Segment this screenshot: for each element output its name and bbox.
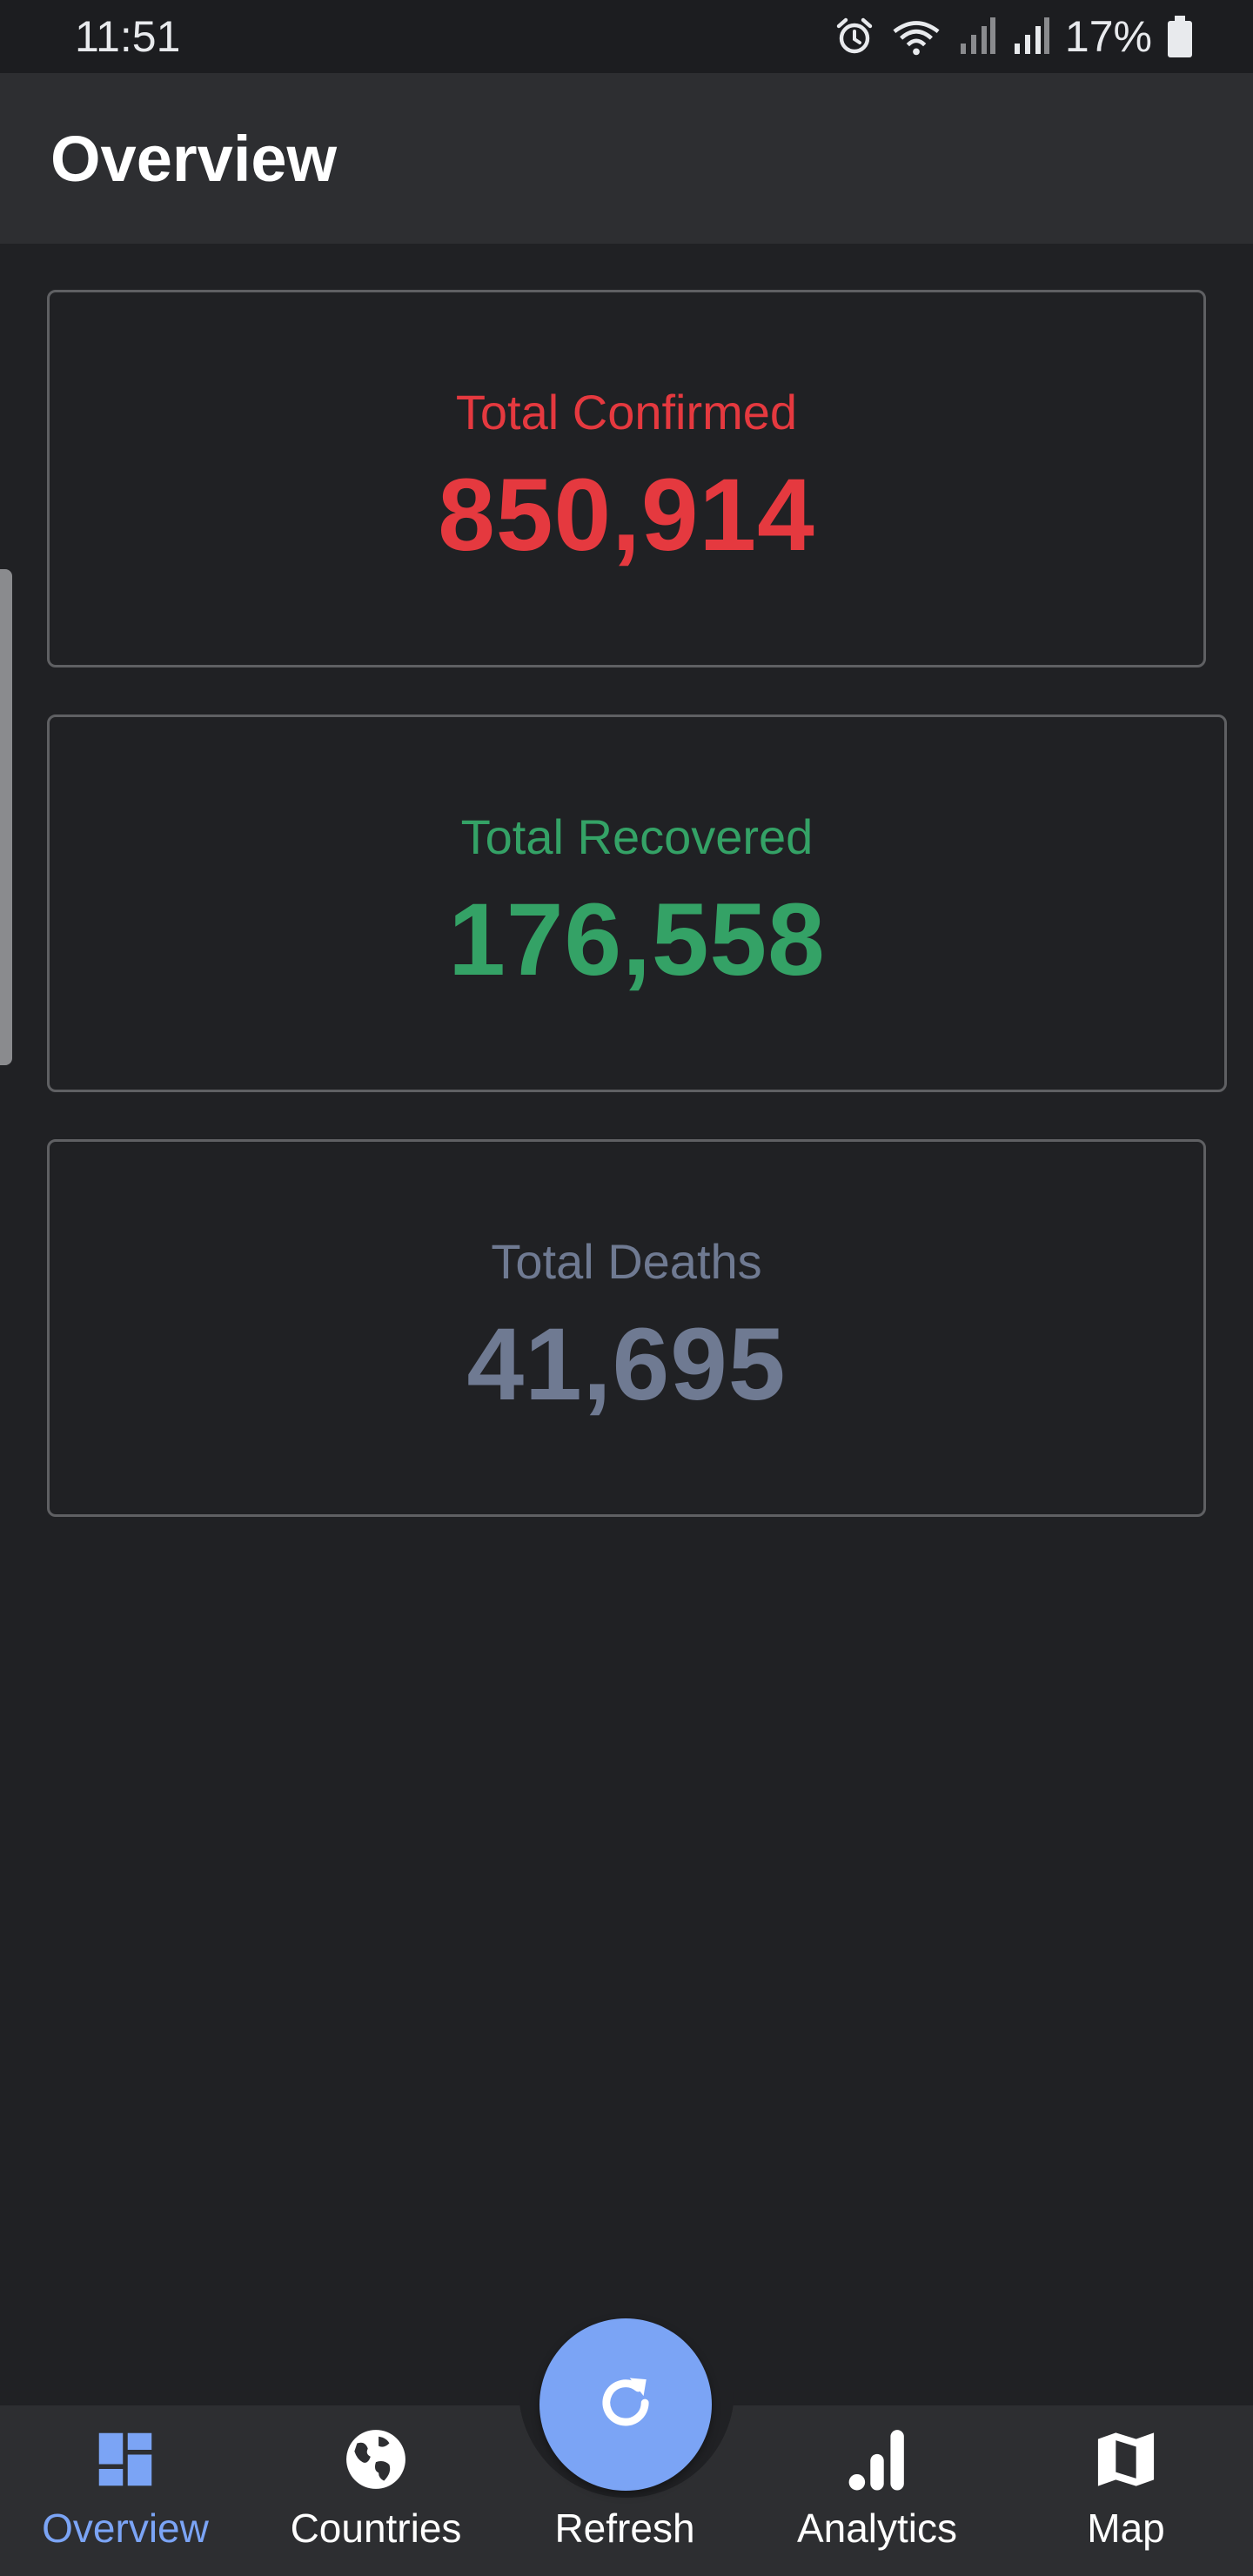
nav-item-overview[interactable]: Overview: [12, 2419, 238, 2567]
nav-item-map[interactable]: Map: [1013, 2419, 1239, 2567]
edge-panel-handle[interactable]: [0, 569, 12, 1065]
nav-item-analytics[interactable]: Analytics: [764, 2419, 990, 2567]
nav-label-map: Map: [1087, 2506, 1165, 2551]
status-time: 11:51: [75, 12, 181, 61]
wifi-icon: [891, 16, 941, 57]
globe-icon: [344, 2425, 408, 2494]
page-title: Overview: [50, 122, 338, 195]
nav-label-overview: Overview: [42, 2506, 209, 2551]
total-recovered-card: Total Recovered 176,558: [47, 714, 1227, 1092]
signal-icon: [957, 16, 995, 57]
total-recovered-label: Total Recovered: [460, 808, 814, 864]
app-bar: Overview: [0, 73, 1253, 244]
refresh-button[interactable]: [539, 2318, 712, 2491]
battery-percent: 17%: [1064, 12, 1152, 61]
refresh-icon: [593, 2370, 659, 2440]
battery-icon: [1168, 16, 1192, 57]
total-deaths-card: Total Deaths 41,695: [47, 1139, 1206, 1517]
total-recovered-value: 176,558: [448, 882, 826, 997]
total-confirmed-value: 850,914: [438, 457, 815, 573]
dashboard-icon: [97, 2425, 154, 2494]
alarm-icon: [834, 16, 875, 57]
total-deaths-value: 41,695: [466, 1306, 787, 1422]
nav-label-countries: Countries: [290, 2506, 462, 2551]
bar-chart-icon: [847, 2425, 908, 2494]
total-confirmed-card: Total Confirmed 850,914: [47, 290, 1206, 667]
nav-label-analytics: Analytics: [796, 2506, 958, 2551]
status-bar: 11:51 17%: [0, 0, 1253, 73]
map-icon: [1096, 2425, 1156, 2494]
total-confirmed-label: Total Confirmed: [455, 384, 798, 439]
status-icons: 17%: [834, 11, 1192, 62]
total-deaths-label: Total Deaths: [491, 1233, 762, 1289]
screen: 11:51 17% Overview Total Confirmed 850,9…: [0, 0, 1253, 2576]
nav-item-countries[interactable]: Countries: [263, 2419, 489, 2567]
nav-label-refresh: Refresh: [554, 2506, 695, 2551]
signal-icon: [1011, 16, 1049, 57]
